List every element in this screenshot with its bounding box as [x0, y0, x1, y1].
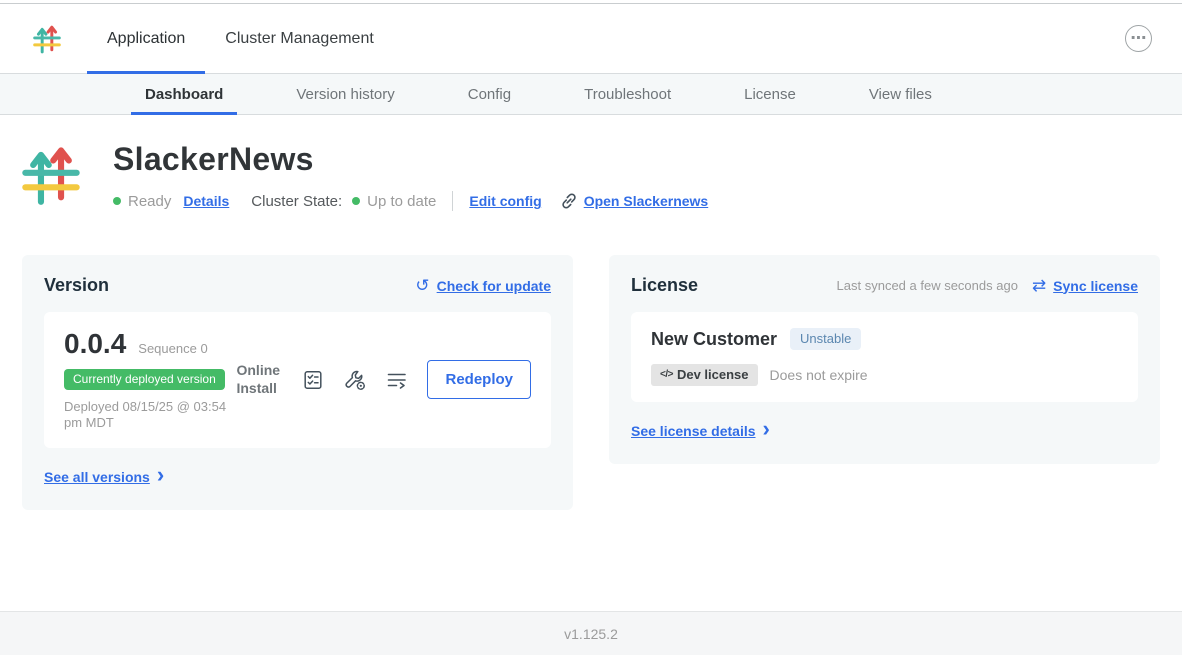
refresh-icon: ↺ — [415, 277, 429, 294]
link-icon — [560, 192, 578, 210]
last-synced-text: Last synced a few seconds ago — [837, 278, 1018, 293]
code-icon: </> — [660, 369, 673, 380]
subnav-item-dashboard[interactable]: Dashboard — [117, 74, 251, 114]
top-tabs: Application Cluster Management — [87, 4, 394, 73]
topbar-spacer — [394, 4, 1125, 73]
chevron-right-icon: › — [157, 464, 164, 486]
page-title: SlackerNews — [113, 141, 708, 178]
app-status-text: Ready — [128, 193, 171, 210]
version-card: Version ↺ Check for update 0.0.4 Sequenc… — [22, 255, 573, 510]
channel-badge: Unstable — [790, 328, 861, 350]
license-card: License Last synced a few seconds ago ⇄ … — [609, 255, 1160, 464]
cluster-state-label: Cluster State: — [251, 193, 342, 210]
current-version-panel: 0.0.4 Sequence 0 Currently deployed vers… — [44, 312, 551, 448]
redeploy-button[interactable]: Redeploy — [427, 360, 531, 399]
check-for-update-link[interactable]: ↺ Check for update — [415, 277, 551, 294]
wrench-gear-icon — [343, 369, 366, 391]
app-header: SlackerNews Ready Details Cluster State:… — [22, 141, 1160, 211]
customer-name: New Customer — [651, 329, 777, 350]
app-status-row: Ready Details Cluster State: Up to date … — [113, 191, 708, 211]
license-card-title: License — [631, 275, 698, 296]
details-link[interactable]: Details — [183, 193, 229, 209]
sequence-label: Sequence 0 — [138, 341, 207, 356]
sync-license-link[interactable]: ⇄ Sync license — [1032, 277, 1138, 294]
version-actions: Online Install — [236, 360, 531, 399]
open-app-link-text[interactable]: Open Slackernews — [584, 193, 709, 209]
cluster-state-value: Up to date — [367, 193, 436, 210]
dashboard-cards: Version ↺ Check for update 0.0.4 Sequenc… — [22, 255, 1160, 510]
see-all-versions-label: See all versions — [44, 469, 150, 485]
tab-cluster-management[interactable]: Cluster Management — [205, 4, 394, 73]
logs-icon — [385, 369, 408, 391]
edit-config-link[interactable]: Edit config — [469, 193, 541, 209]
brand-logo-icon — [33, 4, 61, 73]
version-card-title: Version — [44, 275, 109, 296]
see-license-details-label: See license details — [631, 423, 756, 439]
see-license-details-link[interactable]: See license details › — [631, 420, 770, 442]
license-type-badge: </> Dev license — [651, 364, 758, 386]
dashboard-main: SlackerNews Ready Details Cluster State:… — [0, 115, 1182, 611]
open-app-link[interactable]: Open Slackernews — [560, 192, 709, 210]
checklist-icon — [302, 369, 324, 391]
license-card-header: License Last synced a few seconds ago ⇄ … — [631, 275, 1138, 296]
check-for-update-label: Check for update — [437, 278, 551, 294]
app-icon — [22, 143, 80, 207]
install-type-label: Online Install — [236, 362, 283, 397]
tab-application[interactable]: Application — [87, 4, 205, 73]
subnav-item-config[interactable]: Config — [440, 74, 539, 114]
deploy-logs-button[interactable] — [385, 369, 408, 391]
subnav-item-license[interactable]: License — [716, 74, 824, 114]
ready-status-dot — [113, 197, 121, 205]
edit-config-button[interactable] — [343, 369, 366, 391]
footer: v1.125.2 — [0, 611, 1182, 655]
subnav-item-version-history[interactable]: Version history — [268, 74, 422, 114]
ellipsis-icon: ⋯ — [1131, 31, 1147, 47]
subnav-item-troubleshoot[interactable]: Troubleshoot — [556, 74, 699, 114]
subnav-item-view-files[interactable]: View files — [841, 74, 960, 114]
chevron-right-icon: › — [763, 418, 770, 440]
version-number: 0.0.4 — [64, 328, 126, 360]
deployed-timestamp: Deployed 08/15/25 @ 03:54 pm MDT — [64, 399, 236, 432]
status-divider — [452, 191, 453, 211]
app-subnav: Dashboard Version history Config Trouble… — [0, 74, 1182, 115]
console-version: v1.125.2 — [564, 626, 618, 642]
see-all-versions-link[interactable]: See all versions › — [44, 466, 164, 488]
deployed-version-badge: Currently deployed version — [64, 369, 225, 390]
release-notes-button[interactable] — [302, 369, 324, 391]
license-expiry: Does not expire — [770, 367, 868, 383]
overflow-menu-button[interactable]: ⋯ — [1125, 25, 1152, 52]
sync-icon: ⇄ — [1032, 277, 1046, 294]
version-card-header: Version ↺ Check for update — [44, 275, 551, 296]
cluster-state-dot — [352, 197, 360, 205]
version-info: 0.0.4 Sequence 0 Currently deployed vers… — [64, 328, 236, 432]
license-type-label: Dev license — [677, 367, 749, 382]
top-nav: Application Cluster Management ⋯ — [0, 4, 1182, 74]
sync-license-label: Sync license — [1053, 278, 1138, 294]
license-details-panel: New Customer Unstable </> Dev license Do… — [631, 312, 1138, 402]
